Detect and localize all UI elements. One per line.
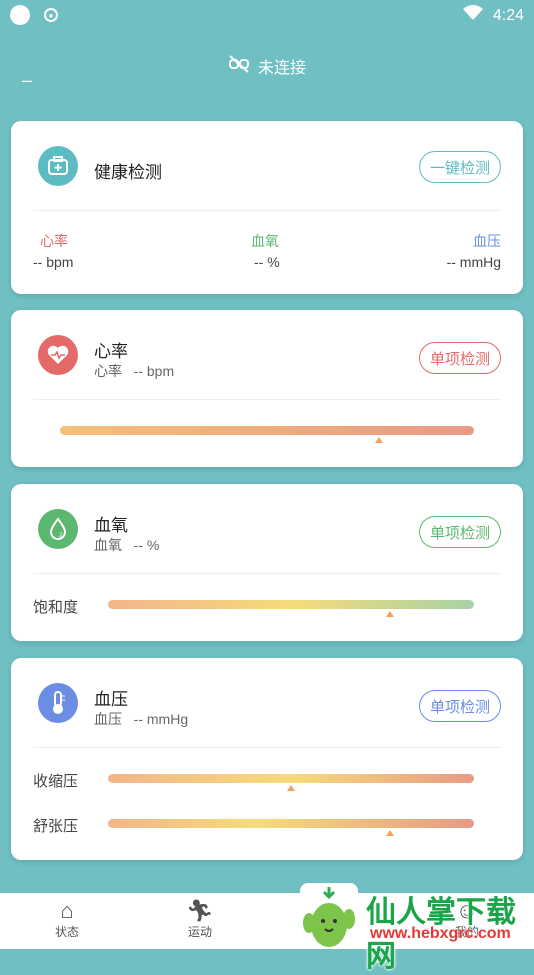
home-icon: ⌂ — [60, 898, 74, 923]
heart-title: 心率 — [94, 342, 128, 361]
svg-text:2: 2 — [59, 532, 63, 539]
divider — [33, 399, 501, 400]
heart-rate-card: 心率 心率 -- bpm 单项检测 — [11, 310, 523, 467]
medical-kit-icon — [38, 146, 78, 186]
oxygen-single-check-button[interactable]: 单项检测 — [418, 516, 501, 548]
heart-rate-range-bar — [60, 426, 474, 435]
divider — [33, 210, 501, 211]
watermark-url: www.hebxgrc.com — [370, 925, 511, 942]
connection-status[interactable]: 未连接 — [0, 54, 534, 78]
systolic-marker — [287, 785, 295, 791]
systolic-range-bar — [108, 774, 474, 783]
oxygen-marker — [385, 611, 394, 617]
status-time: 4:24 — [492, 6, 524, 24]
diastolic-label: 舒张压 — [33, 818, 79, 835]
running-icon: 🏃︎ — [186, 898, 214, 923]
divider — [33, 573, 501, 574]
heart-rate-value: -- bpm — [33, 254, 74, 270]
one-click-check-button[interactable]: 一键检测 — [418, 151, 501, 183]
oxygen-value: -- % — [254, 254, 280, 270]
saturation-label: 饱和度 — [33, 599, 79, 616]
cactus-logo-icon — [300, 883, 358, 949]
heart-rate-marker — [374, 437, 383, 443]
systolic-label: 收缩压 — [33, 773, 79, 790]
pressure-single-check-button[interactable]: 单项检测 — [418, 690, 501, 722]
pressure-title: 血压 — [94, 690, 128, 709]
heart-icon — [38, 335, 78, 375]
menu-dash-icon[interactable]: – — [22, 70, 32, 91]
water-drop-icon: 2 — [38, 509, 78, 549]
pressure-subtitle: 血压 -- mmHg — [94, 711, 189, 727]
oxygen-label: 血氧 — [251, 233, 279, 249]
tab-sport[interactable]: 🏃︎ 运动 — [170, 899, 230, 940]
shield-icon: ● — [44, 8, 58, 22]
link-off-icon — [228, 54, 250, 78]
notification-dot-icon — [10, 5, 30, 25]
oxygen-card: 2 血氧 血氧 -- % 单项检测 饱和度 — [11, 484, 523, 641]
divider — [33, 747, 501, 748]
health-title: 健康检测 — [94, 163, 162, 182]
connection-text: 未连接 — [257, 60, 306, 77]
blood-pressure-card: 血压 血压 -- mmHg 单项检测 收缩压 舒张压 — [11, 658, 523, 860]
health-check-card: 健康检测 一键检测 心率 -- bpm 血氧 -- % 血压 -- mmHg — [11, 121, 523, 294]
heart-subtitle: 心率 -- bpm — [94, 363, 175, 379]
diastolic-marker — [385, 830, 394, 836]
oxygen-title: 血氧 — [94, 516, 128, 535]
tab-status[interactable]: ⌂ 状态 — [37, 899, 97, 940]
heart-rate-label: 心率 — [40, 233, 68, 249]
oxygen-subtitle: 血氧 -- % — [94, 537, 160, 553]
wifi-icon — [462, 5, 483, 26]
oxygen-range-bar — [108, 600, 474, 609]
pressure-value: -- mmHg — [446, 254, 501, 270]
pressure-label: 血压 — [473, 233, 501, 249]
heart-single-check-button[interactable]: 单项检测 — [418, 342, 501, 374]
watermark: 仙人掌下载网 www.hebxgrc.com — [300, 883, 534, 973]
diastolic-range-bar — [108, 819, 474, 828]
thermometer-icon — [38, 683, 78, 723]
status-bar: ● 4:24 — [0, 0, 534, 30]
